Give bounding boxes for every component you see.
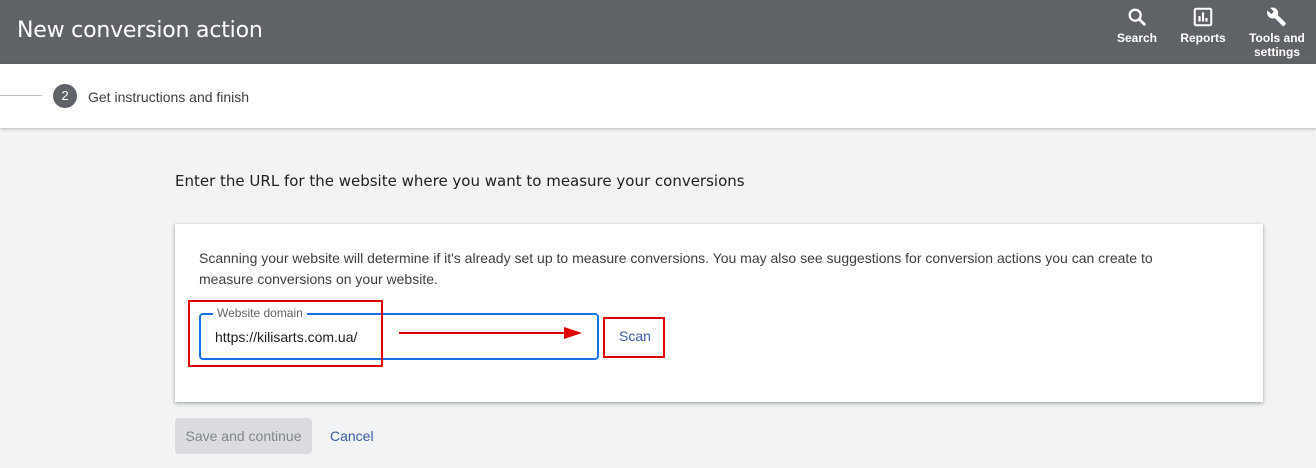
- wrench-icon: [1267, 7, 1286, 27]
- tools-settings-button[interactable]: Tools and settings: [1244, 6, 1310, 59]
- annotation-highlight-scan: [603, 317, 665, 358]
- reports-tool-label: Reports: [1180, 31, 1226, 45]
- step-label: Get instructions and finish: [88, 89, 250, 105]
- stepper-connector-line: [0, 95, 42, 96]
- search-tool-label: Search: [1116, 31, 1158, 45]
- section-heading: Enter the URL for the website where you …: [175, 172, 745, 190]
- annotation-highlight-field: [188, 300, 383, 367]
- page-title: New conversion action: [17, 18, 263, 43]
- annotation-arrow: [399, 327, 582, 339]
- step-number-badge: 2: [53, 84, 77, 108]
- reports-icon: [1193, 7, 1213, 27]
- scan-description: Scanning your website will determine if …: [199, 250, 1153, 287]
- top-bar: New conversion action Search Reports Too…: [0, 0, 1316, 64]
- stepper-bar: 2 Get instructions and finish: [0, 64, 1316, 128]
- reports-tool-button[interactable]: Reports: [1175, 6, 1231, 45]
- tools-settings-label: Tools and settings: [1249, 31, 1305, 59]
- search-icon: [1128, 8, 1146, 26]
- search-tool-button[interactable]: Search: [1113, 6, 1161, 45]
- save-and-continue-button[interactable]: Save and continue: [175, 418, 312, 454]
- cancel-button[interactable]: Cancel: [322, 418, 382, 454]
